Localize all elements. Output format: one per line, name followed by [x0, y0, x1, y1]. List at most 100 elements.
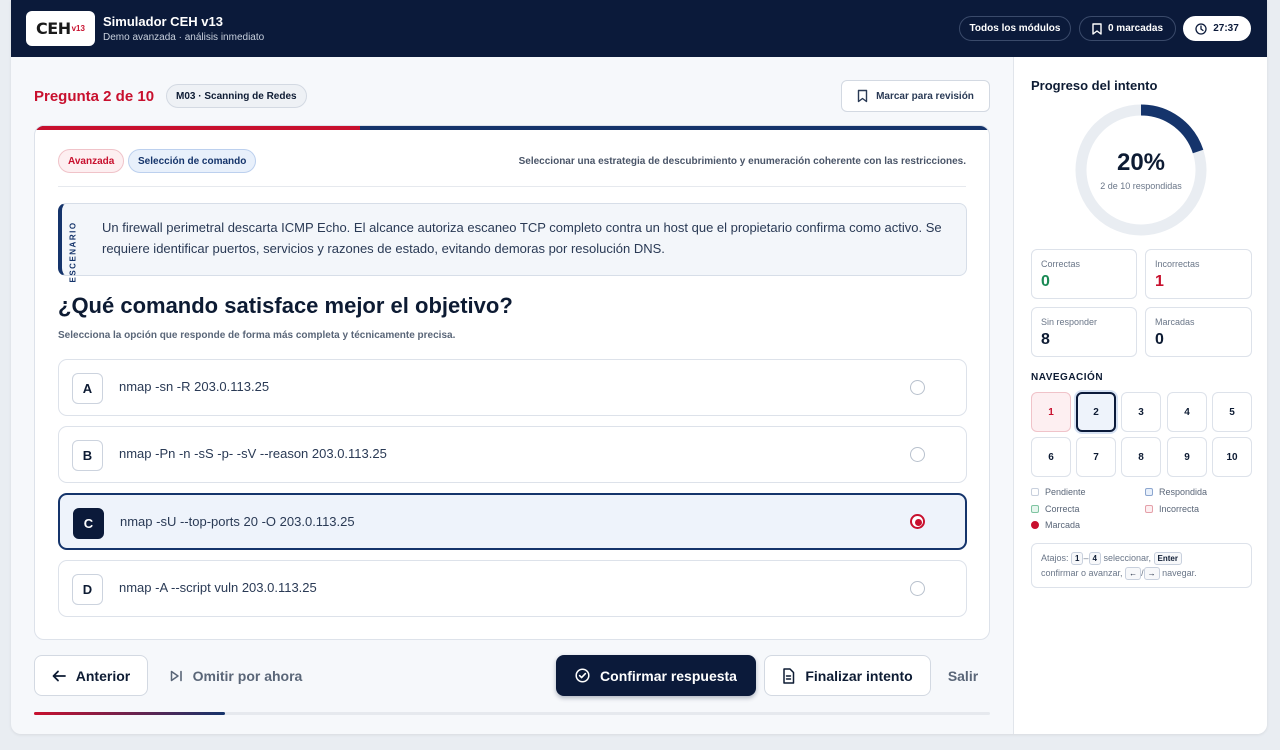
option-text: nmap -A --script vuln 203.0.113.25 — [119, 580, 317, 595]
legend-marked: Marcada — [1031, 520, 1080, 530]
legend-label: Respondida — [1159, 487, 1208, 497]
exit-label: Salir — [947, 667, 979, 684]
app-title: Simulador CEH v13 — [103, 14, 223, 29]
legend-answered: Respondida — [1145, 487, 1207, 497]
keyboard-shortcuts-box: Atajos: 1–4 seleccionar, Enter confirmar… — [1031, 543, 1252, 588]
key-left-arrow: ← — [1125, 567, 1142, 580]
key-right-arrow: → — [1143, 567, 1160, 580]
overall-progress-fill — [34, 712, 226, 715]
progress-sidebar: Progreso del intento 20% 2 de 10 respond… — [1013, 57, 1267, 734]
timer-value: 27:37 — [1213, 23, 1239, 34]
objective-text: Seleccionar una estrategia de descubrimi… — [518, 156, 966, 167]
option-radio[interactable] — [910, 581, 925, 596]
mark-for-review-button[interactable]: Marcar para revisión — [841, 80, 990, 112]
nav-question-3[interactable]: 3 — [1121, 392, 1161, 432]
stat-value: 0 — [1155, 331, 1164, 348]
stat-marked: Marcadas 0 — [1145, 307, 1252, 357]
mark-for-review-label: Marcar para revisión — [876, 90, 974, 102]
progress-percent: 20% — [1116, 149, 1166, 176]
app-frame: CEH v13 Simulador CEH v13 Demo avanzada … — [11, 0, 1267, 734]
timer-badge: 27:37 — [1183, 16, 1251, 41]
legend-label: Incorrecta — [1159, 504, 1200, 514]
nav-question-5[interactable]: 5 — [1212, 392, 1252, 432]
nav-question-1[interactable]: 1 — [1031, 392, 1071, 432]
question-type-tag: Selección de comando — [128, 149, 257, 173]
shortcuts-navigate: navegar. — [1162, 568, 1197, 578]
divider — [58, 186, 966, 187]
option-radio-selected[interactable] — [910, 514, 925, 529]
legend-correct: Correcta — [1031, 504, 1080, 514]
question-card: Avanzada Selección de comando Selecciona… — [34, 125, 990, 640]
card-progress-bar — [35, 126, 989, 130]
card-progress-fill — [35, 126, 361, 130]
legend-swatch — [1031, 521, 1039, 529]
progress-donut: 20% 2 de 10 respondidas — [1074, 103, 1208, 237]
legend-label: Marcada — [1045, 520, 1081, 530]
top-bar: CEH v13 Simulador CEH v13 Demo avanzada … — [11, 0, 1267, 57]
app-subtitle: Demo avanzada · análisis inmediato — [103, 32, 265, 43]
option-radio[interactable] — [910, 447, 925, 462]
progress-answered: 2 de 10 respondidas — [1100, 181, 1182, 191]
shortcuts-select: seleccionar, — [1103, 553, 1151, 563]
option-c[interactable]: C nmap -sU --top-ports 20 -O 203.0.113.2… — [58, 493, 967, 550]
previous-label: Anterior — [75, 667, 131, 684]
key-1: 1 — [1071, 552, 1084, 565]
nav-question-8[interactable]: 8 — [1121, 437, 1161, 477]
shortcuts-confirm: confirmar o avanzar, — [1041, 568, 1123, 578]
stat-value: 0 — [1041, 273, 1050, 290]
legend-label: Pendiente — [1045, 487, 1086, 497]
confirm-answer-label: Confirmar respuesta — [600, 667, 737, 684]
legend-swatch — [1031, 505, 1039, 513]
stat-label: Sin responder — [1041, 317, 1098, 327]
nav-question-4[interactable]: 4 — [1167, 392, 1207, 432]
legend-pending: Pendiente — [1031, 487, 1086, 497]
stat-incorrect: Incorrectas 1 — [1145, 249, 1252, 299]
scenario-box: ESCENARIO Un firewall perimetral descart… — [58, 203, 967, 283]
finish-attempt-button[interactable]: Finalizar intento — [764, 655, 931, 696]
option-radio[interactable] — [910, 380, 925, 395]
document-icon — [783, 667, 795, 684]
marked-count-button[interactable]: 0 marcadas — [1079, 16, 1176, 41]
option-b[interactable]: B nmap -Pn -n -sS -p- -sV --reason 203.0… — [58, 426, 967, 483]
option-a[interactable]: A nmap -sn -R 203.0.113.25 — [58, 359, 967, 416]
stat-correct: Correctas 0 — [1031, 249, 1137, 299]
nav-question-6[interactable]: 6 — [1031, 437, 1071, 477]
option-letter: A — [72, 373, 103, 404]
modules-filter-button[interactable]: Todos los módulos — [959, 16, 1071, 41]
stat-unanswered: Sin responder 8 — [1031, 307, 1137, 357]
module-chip: M03 · Scanning de Redes — [166, 84, 307, 108]
skip-button[interactable]: Omitir por ahora — [166, 655, 306, 696]
finish-attempt-label: Finalizar intento — [805, 667, 913, 684]
legend-incorrect: Incorrecta — [1145, 504, 1199, 514]
scenario-text: Un firewall perimetral descarta ICMP Ech… — [102, 220, 942, 256]
option-text: nmap -sU --top-ports 20 -O 203.0.113.25 — [120, 514, 355, 529]
shortcuts-prefix: Atajos: — [1041, 553, 1069, 563]
stat-label: Correctas — [1041, 259, 1081, 269]
nav-question-9[interactable]: 9 — [1167, 437, 1207, 477]
key-enter: Enter — [1153, 552, 1182, 565]
previous-button[interactable]: Anterior — [34, 655, 148, 696]
exit-button[interactable]: Salir — [943, 655, 983, 696]
bookmark-icon — [1092, 22, 1102, 35]
confirm-answer-button[interactable]: Confirmar respuesta — [556, 655, 756, 696]
nav-question-2[interactable]: 2 — [1076, 392, 1116, 432]
logo-version: v13 — [71, 24, 85, 33]
check-circle-icon — [575, 668, 590, 683]
stat-label: Incorrectas — [1155, 259, 1200, 269]
marked-count-label: 0 marcadas — [1107, 23, 1164, 34]
modules-filter-label: Todos los módulos — [969, 23, 1061, 34]
sidebar-title: Progreso del intento — [1031, 78, 1158, 93]
option-d[interactable]: D nmap -A --script vuln 203.0.113.25 — [58, 560, 967, 617]
key-4: 4 — [1088, 552, 1101, 565]
option-text: nmap -Pn -n -sS -p- -sV --reason 203.0.1… — [119, 446, 387, 461]
option-letter: D — [72, 574, 103, 605]
legend-swatch — [1145, 505, 1153, 513]
legend-swatch — [1145, 488, 1153, 496]
question-hint: Selecciona la opción que responde de for… — [58, 330, 456, 341]
nav-question-10[interactable]: 10 — [1212, 437, 1252, 477]
difficulty-tag: Avanzada — [58, 149, 125, 173]
bookmark-icon — [857, 89, 868, 103]
option-letter: C — [73, 508, 104, 539]
nav-question-7[interactable]: 7 — [1076, 437, 1116, 477]
stat-value: 8 — [1041, 331, 1050, 348]
